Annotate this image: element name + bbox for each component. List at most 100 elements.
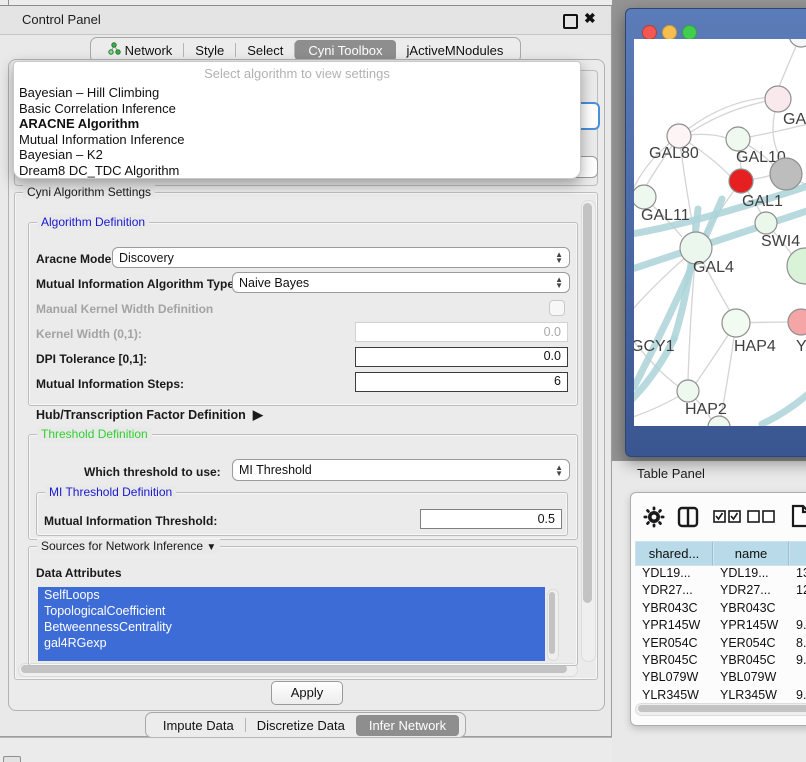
table-header-row: shared...nameA — [635, 541, 806, 566]
table-cell: YBR045C — [713, 653, 789, 670]
table-row[interactable]: YBL079WYBL079W — [635, 670, 806, 687]
attribute-item[interactable]: SelfLoops — [38, 587, 545, 603]
attribute-item[interactable]: TopologicalCoefficient — [38, 603, 545, 619]
algorithm-option[interactable]: Bayesian – K2 — [14, 147, 580, 163]
table-cell: YDL19... — [713, 566, 789, 583]
control-panel: Control Panel ✖ NetworkStyleSelectCyni T… — [0, 5, 612, 737]
table-cell: YBR045C — [635, 653, 713, 670]
data-attributes-list[interactable]: SelfLoopsTopologicalCoefficientBetweenne… — [38, 587, 545, 661]
mi-steps-field[interactable]: 6 — [355, 372, 568, 392]
network-node[interactable] — [787, 248, 806, 284]
network-node-hap2[interactable] — [677, 380, 699, 402]
table-cell: 13 — [789, 566, 806, 583]
aracne-mode-select[interactable]: Discovery ▲▼ — [112, 247, 570, 268]
split-columns-icon[interactable] — [677, 506, 699, 533]
network-edge-thick[interactable] — [762, 369, 806, 424]
mi-threshold-label: Mutual Information Threshold: — [44, 514, 217, 528]
dpi-tolerance-field[interactable]: 0.0 — [355, 347, 568, 367]
attributes-list-scrollbar[interactable] — [547, 589, 559, 661]
mi-threshold-definition-title: MI Threshold Definition — [45, 485, 176, 499]
mi-steps-label: Mutual Information Steps: — [36, 377, 184, 391]
bottom-left-button[interactable] — [3, 756, 21, 762]
column-header-2[interactable]: name — [713, 541, 789, 566]
attribute-item[interactable]: BetweennessCentrality — [38, 619, 545, 635]
table-cell — [789, 670, 806, 687]
mi-threshold-field[interactable]: 0.5 — [420, 509, 562, 529]
tab-discretize-data[interactable]: Discretize Data — [246, 715, 356, 736]
table-cell: YDL19... — [635, 566, 713, 583]
manual-kernel-width-checkbox[interactable] — [549, 300, 565, 316]
algorithm-option[interactable]: Basic Correlation Inference — [14, 101, 580, 117]
tab-style[interactable]: Style — [184, 40, 235, 61]
float-window-icon[interactable] — [563, 14, 578, 29]
table-row[interactable]: YDL19...YDL19...13 — [635, 566, 806, 583]
table-row[interactable]: YER054CYER054C8. — [635, 636, 806, 653]
network-node-gal1[interactable] — [729, 169, 753, 193]
document-icon[interactable] — [791, 504, 806, 533]
tab-cyni-toolbox[interactable]: Cyni Toolbox — [295, 40, 395, 61]
table-row[interactable]: YBR045CYBR045C9. — [635, 653, 806, 670]
spinner-arrows-icon: ▲▼ — [555, 465, 563, 476]
kernel-width-label: Kernel Width (0,1): — [36, 327, 142, 341]
unchecked-pair-icon[interactable] — [747, 510, 775, 528]
sources-title[interactable]: Sources for Network Inference ▼ — [37, 539, 220, 553]
algorithm-option[interactable]: Dream8 DC_TDC Algorithm — [14, 163, 580, 179]
network-node-y[interactable] — [788, 309, 806, 335]
table-horizontal-scrollbar[interactable] — [635, 703, 806, 716]
data-attributes-label: Data Attributes — [36, 566, 122, 580]
table-cell: 9. — [789, 653, 806, 670]
network-icon — [108, 42, 121, 58]
apply-button[interactable]: Apply — [271, 681, 343, 705]
mi-algorithm-type-label: Mutual Information Algorithm Type: — [36, 277, 238, 291]
table-row[interactable]: YPR145WYPR145W9. — [635, 618, 806, 635]
table-cell: YER054C — [635, 636, 713, 653]
attribute-item[interactable]: gal4RGexp — [38, 635, 545, 651]
table-cell — [789, 601, 806, 618]
mi-algorithm-type-select[interactable]: Naive Bayes ▲▼ — [232, 272, 570, 293]
gear-icon[interactable] — [643, 506, 665, 533]
node-label: SWI4 — [761, 233, 800, 250]
checked-pair-icon[interactable] — [713, 510, 741, 528]
hub-definition-toggle[interactable]: Hub/Transcription Factor Definition ▶ — [36, 407, 263, 423]
column-header-3[interactable]: A — [789, 541, 806, 566]
network-node-gal11[interactable] — [634, 185, 656, 209]
node-label: GAL11 — [641, 207, 690, 224]
column-header-1[interactable]: shared... — [635, 541, 713, 566]
table-cell: 8. — [789, 636, 806, 653]
network-node-gal[interactable] — [765, 86, 791, 112]
table-panel-title: Table Panel — [637, 466, 705, 481]
network-node-swi4[interactable] — [755, 212, 777, 234]
algorithm-option[interactable]: ARACNE Algorithm — [14, 116, 580, 132]
tab-infer-network[interactable]: Infer Network — [356, 715, 459, 736]
table-cell: YER054C — [713, 636, 789, 653]
tab-impute-data[interactable]: Impute Data — [152, 715, 245, 736]
minimize-traffic-light[interactable] — [662, 25, 677, 40]
settings-vertical-scrollbar[interactable] — [581, 200, 596, 662]
network-node[interactable] — [789, 39, 806, 47]
network-canvas[interactable]: GALGAL80GAL10GAL1GAL11SWI4GAL4GCY1HAP4YH… — [634, 39, 806, 426]
tab-select[interactable]: Select — [236, 40, 294, 61]
network-node-gal10[interactable] — [726, 127, 750, 151]
which-threshold-select[interactable]: MI Threshold ▲▼ — [232, 459, 570, 481]
table-row[interactable]: YDR27...YDR27...12 — [635, 583, 806, 600]
expand-right-icon: ▶ — [249, 407, 263, 422]
node-label: GCY1 — [634, 338, 675, 355]
tab-network[interactable]: Network — [97, 39, 184, 61]
network-node-hap4[interactable] — [722, 309, 750, 337]
spinner-arrows-icon: ▲▼ — [555, 252, 563, 263]
control-panel-title: Control Panel — [22, 12, 101, 27]
dpi-tolerance-label: DPI Tolerance [0,1]: — [36, 352, 147, 366]
table-cell: YBR043C — [635, 601, 713, 618]
algorithm-option[interactable]: Bayesian – Hill Climbing — [14, 85, 580, 101]
close-traffic-light[interactable] — [642, 25, 657, 40]
kernel-width-field[interactable]: 0.0 — [355, 322, 568, 342]
algorithm-option[interactable]: Mutual Information Inference — [14, 132, 580, 148]
table-row[interactable]: YBR043CYBR043C — [635, 601, 806, 618]
table-cell: YDR27... — [635, 583, 713, 600]
network-node[interactable] — [770, 158, 802, 190]
table-cell: YPR145W — [713, 618, 789, 635]
aracne-mode-label: Aracne Mode: — [36, 252, 115, 266]
tab-jactivemnodules[interactable]: jActiveMNodules — [396, 40, 515, 61]
close-icon[interactable]: ✖ — [584, 10, 596, 27]
zoom-traffic-light[interactable] — [682, 25, 697, 40]
